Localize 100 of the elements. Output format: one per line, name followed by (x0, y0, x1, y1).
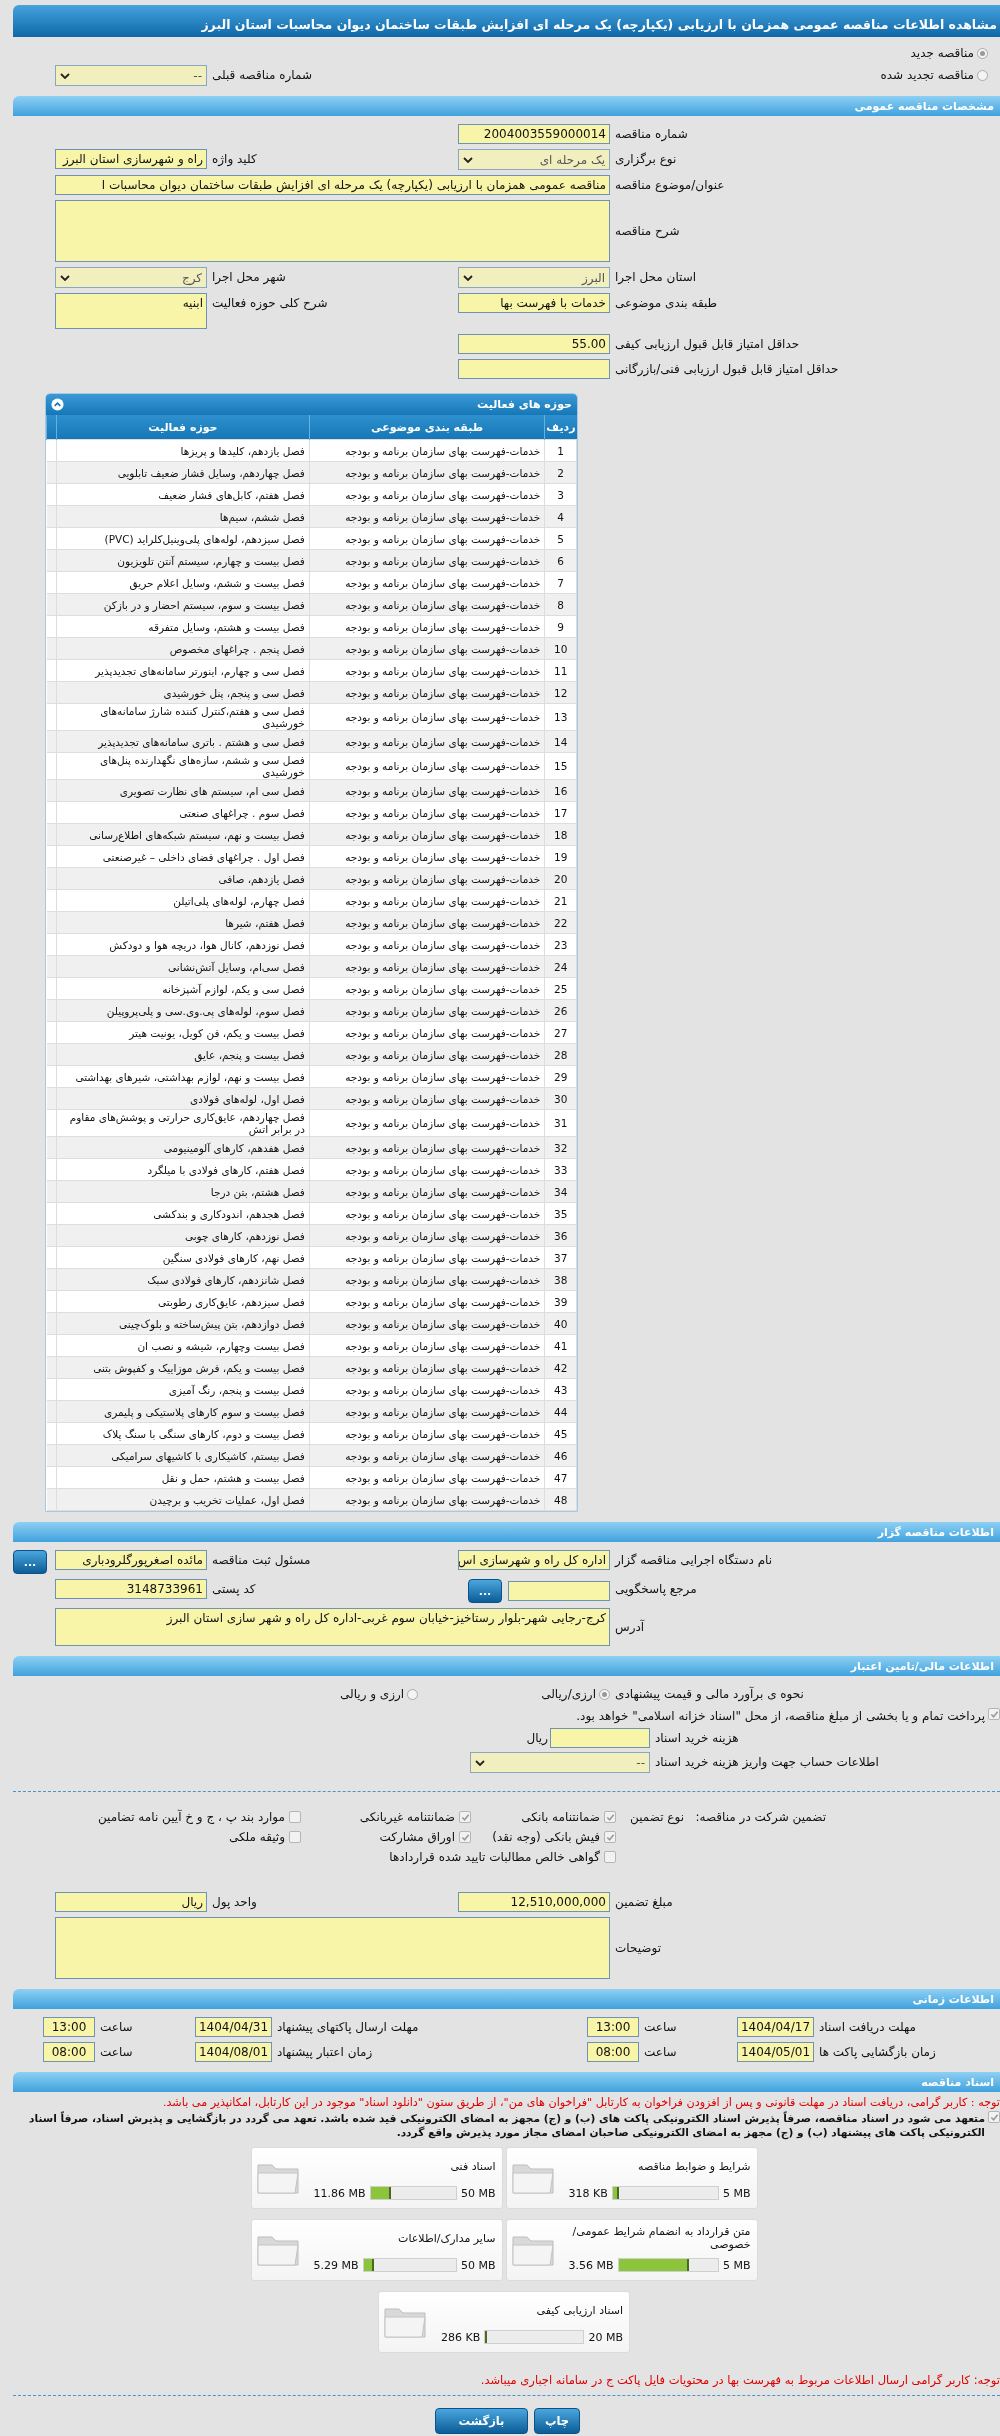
text-field[interactable] (458, 359, 610, 379)
text-field[interactable]: 12,510,000,000 (458, 1892, 610, 1912)
table-cell: 19 (544, 845, 577, 868)
table-cell: خدمات-فهرست بهای سازمان برنامه و بودجه (309, 1043, 545, 1066)
table-cell: فصل بیست و ششم، وسایل اعلام حریق (56, 571, 310, 594)
table-cell: فصل بیست و سوم کارهای پلاستیکی و پلیمری (56, 1400, 310, 1423)
document-name: اسناد ارزیابی کیفی (535, 2303, 623, 2317)
table-cell: 38 (544, 1268, 577, 1291)
table-cell: فصل ششم، سیم‌ها (56, 505, 310, 528)
checkbox[interactable] (289, 1831, 301, 1843)
dropdown[interactable]: -- (55, 65, 207, 86)
table-cell: فصل سوم، لوله‌های پی.وی.سی و پلی‌پروپیلن (56, 999, 310, 1022)
text-field[interactable] (508, 1581, 610, 1601)
back-button[interactable]: بازگشت (435, 2408, 528, 2434)
lookup-button[interactable]: ... (468, 1579, 502, 1603)
table-cell: 29 (544, 1065, 577, 1088)
table-cell: فصل نهم، کارهای فولادی سنگین (56, 1246, 310, 1269)
lookup-button[interactable]: ... (13, 1550, 47, 1574)
text-field[interactable]: مائده اصغرپورگلرودباری (55, 1550, 207, 1570)
table-cell: فصل سوم . چراغهای صنعتی (56, 801, 310, 824)
date-field[interactable]: 1404/08/01 (195, 2042, 272, 2062)
checkbox-label: ضمانتنامه بانکی (521, 1809, 600, 1826)
table-cell: فصل دوازدهم، بتن پیش‌ساخته و بلوک‌چینی (56, 1312, 310, 1335)
table-cell: 5 (544, 527, 577, 550)
table-cell: خدمات-فهرست بهای سازمان برنامه و بودجه (309, 505, 545, 528)
radio-button[interactable] (407, 1688, 419, 1700)
checkbox[interactable] (988, 2111, 1000, 2123)
print-button[interactable]: چاپ (534, 2408, 580, 2434)
text-field[interactable]: راه و شهرسازی استان البرز (55, 149, 207, 169)
table-cell: خدمات-فهرست بهای سازمان برنامه و بودجه (309, 1444, 545, 1467)
table-cell: 40 (544, 1312, 577, 1335)
section-header: مشخصات مناقصه عمومی (13, 96, 1000, 116)
text-area[interactable] (55, 1917, 610, 1979)
radio-button[interactable] (977, 47, 988, 59)
text-area[interactable]: ابنیه (55, 293, 207, 329)
caret-icon (475, 1759, 485, 1766)
text-area[interactable]: کرج-رجایی شهر-بلوار رستاخیز-خیابان سوم غربی-اداره کل راه و شهر سازی استان البرز (55, 1608, 610, 1646)
column-header: حوزه فعالیت (56, 415, 310, 440)
radio-button[interactable] (977, 69, 988, 81)
table-cell: فصل بیست و پنجم، رنگ آمیزی (56, 1378, 310, 1401)
text-field[interactable]: مناقصه عمومی همزمان با ارزیابی (یکپارچه) یک مرحله ای افزایش طبقات ساختمان دیوان محاسبات ا (55, 175, 610, 195)
table-cell: فصل بیستم، کاشیکاری با کاشیهای سرامیکی (56, 1444, 310, 1467)
collapse-icon[interactable] (51, 398, 64, 411)
field-label: حداقل امتیاز قابل قبول ارزیابی فنی/بازرگانی (614, 361, 840, 379)
dropdown[interactable]: یک مرحله ای (458, 149, 610, 170)
text-area[interactable] (55, 200, 610, 262)
table-cell: فصل چهارم، لوله‌های پلی‌اتیلن (56, 889, 310, 912)
text-field[interactable]: اداره کل راه و شهرسازی اس (458, 1550, 610, 1570)
checkbox[interactable] (604, 1851, 616, 1863)
date-field[interactable]: 1404/04/17 (737, 2017, 814, 2037)
date-field[interactable]: 1404/05/01 (737, 2042, 814, 2062)
table-cell: فصل بیست و هشتم، حمل و نقل (56, 1466, 310, 1489)
field-label: اطلاعات حساب جهت واریز هزینه خرید اسناد (654, 1754, 880, 1772)
field-label: توضیحات (614, 1940, 663, 1958)
max-size: 5 MB (722, 2258, 751, 2272)
table-cell: فصل سیزدهم، لوله‌های پلی‌وینیل‌کلراید (PVC) (56, 527, 310, 550)
radio-button[interactable] (599, 1688, 610, 1700)
table-cell: خدمات-فهرست بهای سازمان برنامه و بودجه (309, 845, 545, 868)
text-field[interactable]: 3148733961 (55, 1579, 207, 1599)
caret-icon (60, 72, 70, 79)
table-cell: 44 (544, 1400, 577, 1423)
date-field[interactable]: 1404/04/31 (195, 2017, 272, 2037)
time-field[interactable]: 13:00 (587, 2017, 639, 2037)
checkbox[interactable] (459, 1811, 471, 1823)
table-cell: خدمات-فهرست بهای سازمان برنامه و بودجه (309, 889, 545, 912)
dropdown[interactable]: -- (470, 1752, 650, 1773)
table-cell: فصل سی و هفتم،کنترل کننده شارژ سامانه‌های خورشیدی (56, 703, 310, 731)
checkbox[interactable] (604, 1831, 616, 1843)
checkbox[interactable] (988, 1708, 1000, 1720)
checkbox-label: وثیقه ملکی (228, 1829, 285, 1846)
checkbox[interactable] (289, 1811, 301, 1823)
table-cell: خدمات-فهرست بهای سازمان برنامه و بودجه (309, 977, 545, 1000)
time-field[interactable]: 08:00 (43, 2042, 95, 2062)
table-cell: فصل بیست و هشتم، وسایل متفرقه (56, 615, 310, 638)
table-cell: فصل سیزدهم، عایق‌کاری رطوبتی (56, 1290, 310, 1313)
table-cell: 13 (544, 703, 577, 731)
time-field[interactable]: 08:00 (587, 2042, 639, 2062)
table-cell: 43 (544, 1378, 577, 1401)
document-name: شرایط و ضوابط مناقصه (637, 2159, 751, 2173)
text-field[interactable] (550, 1728, 650, 1748)
table-cell: خدمات-فهرست بهای سازمان برنامه و بودجه (309, 1356, 545, 1379)
checkbox[interactable] (604, 1811, 616, 1823)
radio-label: مناقصه تجدید شده (880, 68, 974, 82)
table-cell: فصل چهاردهم، وسایل فشار ضعیف تابلویی (56, 461, 310, 484)
dropdown[interactable]: کرج (55, 267, 207, 288)
table-cell: فصل نوزدهم، کارهای چوبی (56, 1224, 310, 1247)
checkbox[interactable] (459, 1831, 471, 1843)
table-cell: خدمات-فهرست بهای سازمان برنامه و بودجه (309, 1422, 545, 1445)
time-field[interactable]: 13:00 (43, 2017, 95, 2037)
table-cell: 3 (544, 483, 577, 506)
text-field[interactable]: 2004003559000014 (458, 124, 610, 144)
text-field[interactable]: ریال (55, 1892, 207, 1912)
unit-label: ریال (526, 1731, 548, 1745)
radio-label: ارزی/ریالی (541, 1686, 596, 1703)
dropdown[interactable]: البرز (458, 267, 610, 288)
text-field[interactable]: 55.00 (458, 334, 610, 354)
table-cell: 1 (544, 439, 577, 462)
table-cell: 15 (544, 752, 577, 780)
text-field[interactable]: خدمات با فهرست بها (458, 293, 610, 313)
table-cell: فصل سی و پنجم، پنل خورشیدی (56, 681, 310, 704)
